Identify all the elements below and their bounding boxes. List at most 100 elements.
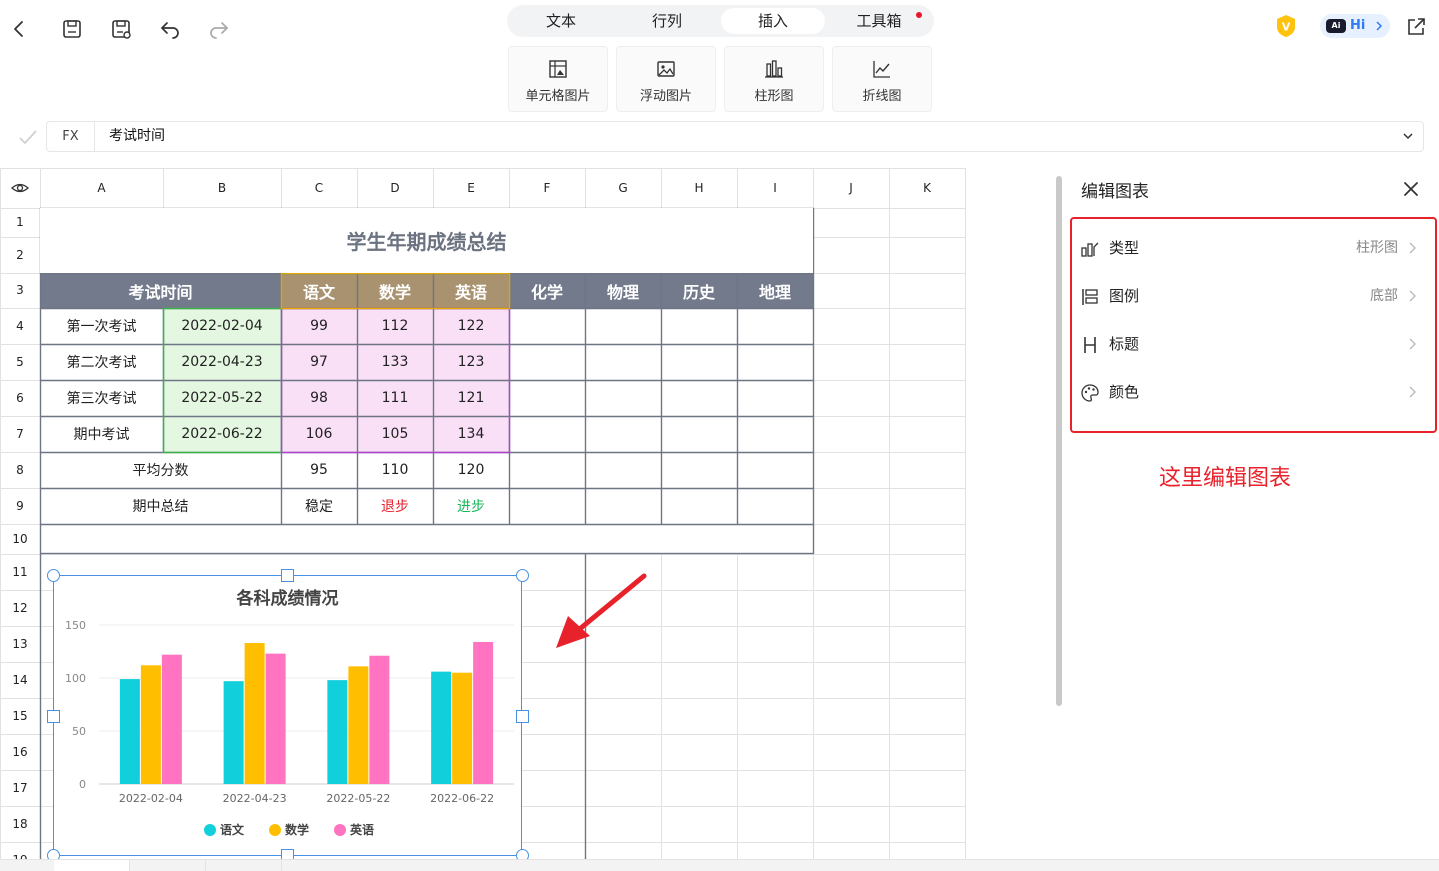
english-score-cell[interactable]: 134 [433, 416, 509, 452]
header-cell-subject[interactable]: 数学 [357, 273, 433, 308]
row-header[interactable]: 7 [0, 416, 40, 452]
column-header[interactable]: A [40, 168, 163, 208]
column-header[interactable]: E [433, 168, 509, 208]
row-header[interactable]: 14 [0, 662, 40, 698]
chinese-score-cell[interactable]: 97 [281, 344, 357, 380]
vip-badge-icon[interactable]: V [1274, 14, 1298, 38]
resize-handle-left[interactable] [47, 710, 60, 723]
resize-handle-top[interactable] [281, 569, 294, 582]
eye-icon[interactable] [0, 168, 40, 208]
header-cell-exam-time[interactable]: 考试时间 [40, 273, 281, 308]
exam-name-cell[interactable]: 期中考试 [40, 416, 163, 452]
insert-bar-chart-button[interactable]: 柱形图 [724, 46, 824, 112]
sheet-tab[interactable] [206, 860, 282, 871]
exam-name-cell[interactable]: 第一次考试 [40, 308, 163, 344]
share-icon[interactable] [1404, 15, 1428, 39]
header-cell-subject[interactable]: 历史 [661, 273, 737, 308]
resize-handle-top-left[interactable] [47, 569, 60, 582]
undo-icon[interactable] [158, 17, 182, 41]
redo-icon[interactable] [207, 17, 231, 41]
math-score-cell[interactable]: 133 [357, 344, 433, 380]
header-cell-subject[interactable]: 物理 [585, 273, 661, 308]
save-as-icon[interactable] [109, 17, 133, 41]
row-header[interactable]: 13 [0, 626, 40, 662]
math-score-cell[interactable]: 111 [357, 380, 433, 416]
row-header[interactable]: 1 [0, 208, 40, 237]
insert-cell-image-button[interactable]: 单元格图片 [508, 46, 608, 112]
ai-assistant-button[interactable]: Ai Hi [1320, 14, 1390, 38]
exam-date-cell[interactable]: 2022-06-22 [163, 416, 281, 452]
row-header[interactable]: 3 [0, 273, 40, 308]
option-chart-type[interactable]: 类型 柱形图 [1078, 230, 1422, 266]
summary-chinese-cell[interactable]: 稳定 [281, 488, 357, 524]
header-cell-subject[interactable]: 语文 [281, 273, 357, 308]
sheet-title-cell[interactable]: 学生年期成绩总结 [40, 208, 813, 273]
column-header[interactable]: G [585, 168, 661, 208]
row-header[interactable]: 4 [0, 308, 40, 344]
math-score-cell[interactable]: 112 [357, 308, 433, 344]
header-cell-subject[interactable]: 地理 [737, 273, 813, 308]
column-header[interactable]: H [661, 168, 737, 208]
exam-name-cell[interactable]: 第三次考试 [40, 380, 163, 416]
sheet-tab[interactable] [130, 860, 206, 871]
english-score-cell[interactable]: 121 [433, 380, 509, 416]
row-header[interactable]: 9 [0, 488, 40, 524]
average-math-cell[interactable]: 110 [357, 452, 433, 488]
row-header[interactable]: 8 [0, 452, 40, 488]
column-header[interactable]: F [509, 168, 585, 208]
summary-label-cell[interactable]: 期中总结 [40, 488, 281, 524]
row-header[interactable]: 17 [0, 770, 40, 806]
check-icon[interactable] [16, 125, 40, 149]
summary-math-cell[interactable]: 退步 [357, 488, 433, 524]
row-header[interactable]: 5 [0, 344, 40, 380]
header-cell-subject[interactable]: 化学 [509, 273, 585, 308]
row-header[interactable]: 11 [0, 554, 40, 590]
option-title[interactable]: 标题 [1078, 326, 1422, 362]
average-english-cell[interactable]: 120 [433, 452, 509, 488]
average-label-cell[interactable]: 平均分数 [40, 452, 281, 488]
column-header[interactable]: D [357, 168, 433, 208]
chart-object[interactable]: 各科成绩情况 0 50 100 150 2022-02-04 2022-04-23 2022… [53, 575, 522, 856]
exam-date-cell[interactable]: 2022-05-22 [163, 380, 281, 416]
chinese-score-cell[interactable]: 106 [281, 416, 357, 452]
english-score-cell[interactable]: 122 [433, 308, 509, 344]
sheet-tab[interactable] [54, 860, 130, 871]
option-color[interactable]: 颜色 [1078, 374, 1422, 410]
row-header[interactable]: 2 [0, 237, 40, 273]
chinese-score-cell[interactable]: 99 [281, 308, 357, 344]
formula-input[interactable]: 考试时间 [109, 122, 165, 151]
row-header[interactable]: 19 [0, 842, 40, 860]
save-icon[interactable] [60, 17, 84, 41]
summary-english-cell[interactable]: 进步 [433, 488, 509, 524]
average-chinese-cell[interactable]: 95 [281, 452, 357, 488]
close-icon[interactable] [1400, 178, 1422, 200]
back-icon[interactable] [8, 18, 30, 40]
exam-name-cell[interactable]: 第二次考试 [40, 344, 163, 380]
exam-date-cell[interactable]: 2022-02-04 [163, 308, 281, 344]
column-header[interactable]: K [889, 168, 965, 208]
vertical-scrollbar[interactable] [1056, 176, 1062, 706]
row-header[interactable]: 12 [0, 590, 40, 626]
row-header[interactable]: 18 [0, 806, 40, 842]
option-legend[interactable]: 图例 底部 [1078, 278, 1422, 314]
resize-handle-top-right[interactable] [516, 569, 529, 582]
math-score-cell[interactable]: 105 [357, 416, 433, 452]
row-header[interactable]: 16 [0, 734, 40, 770]
insert-float-image-button[interactable]: 浮动图片 [616, 46, 716, 112]
chevron-down-icon[interactable] [1401, 129, 1415, 143]
column-header[interactable]: I [737, 168, 813, 208]
header-cell-subject[interactable]: 英语 [433, 273, 509, 308]
english-score-cell[interactable]: 123 [433, 344, 509, 380]
column-header[interactable]: J [813, 168, 889, 208]
column-header[interactable]: C [281, 168, 357, 208]
tab-rows-columns[interactable]: 行列 [615, 8, 719, 34]
tab-toolbox[interactable]: 工具箱 [827, 8, 931, 34]
tab-text[interactable]: 文本 [509, 8, 613, 34]
chinese-score-cell[interactable]: 98 [281, 380, 357, 416]
column-header[interactable]: B [163, 168, 281, 208]
insert-line-chart-button[interactable]: 折线图 [832, 46, 932, 112]
row-header[interactable]: 6 [0, 380, 40, 416]
exam-date-cell[interactable]: 2022-04-23 [163, 344, 281, 380]
row-header[interactable]: 15 [0, 698, 40, 734]
resize-handle-right[interactable] [516, 710, 529, 723]
